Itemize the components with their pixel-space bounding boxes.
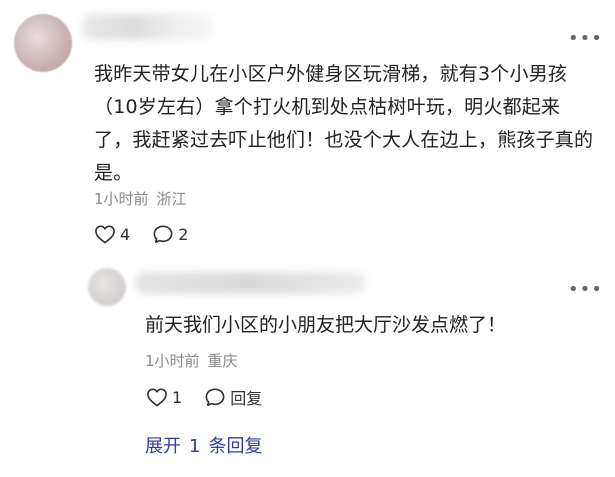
expand-suffix: 条回复 (208, 436, 263, 457)
reply-avatar[interactable] (88, 268, 126, 306)
expand-replies-link[interactable]: 展开 1 条回复 (145, 432, 262, 458)
more-dots-icon[interactable]: ••• (568, 30, 603, 48)
reply-meta: 1小时前 重庆 (145, 350, 238, 371)
expand-prefix: 展开 (145, 436, 181, 457)
comment-time: 1小时前 (94, 190, 149, 208)
reply-label: 回复 (230, 389, 263, 408)
reply-count-button[interactable]: 2 (152, 224, 188, 244)
reply-username-blurred[interactable] (135, 272, 365, 294)
comment-bubble-icon (205, 388, 225, 406)
heart-icon (95, 225, 115, 244)
reply-like-button[interactable]: 1 (146, 387, 182, 407)
comment-bubble-icon (153, 225, 173, 243)
reply-like-count: 1 (172, 387, 183, 407)
reply-actions: 1 回复 (146, 385, 284, 409)
expand-count: 1 (189, 436, 201, 457)
like-count: 4 (120, 224, 131, 244)
username-blurred[interactable] (82, 14, 212, 40)
comment-actions: 4 2 (94, 224, 210, 244)
more-dots-icon[interactable]: ••• (568, 281, 603, 299)
avatar[interactable] (14, 14, 72, 72)
reply-time: 1小时前 (145, 352, 200, 370)
heart-icon (147, 388, 167, 407)
reply-button[interactable]: 回复 (204, 385, 262, 409)
reply-count: 2 (178, 224, 189, 244)
comment-text: 我昨天带女儿在小区户外健身区玩滑梯，就有3个小男孩（10岁左右）拿个打火机到处点… (94, 63, 594, 184)
comment-location: 浙江 (156, 190, 187, 208)
reply-location: 重庆 (207, 352, 238, 370)
reply-text: 前天我们小区的小朋友把大厅沙发点燃了！ (145, 314, 507, 336)
comment-meta: 1小时前 浙江 (94, 188, 187, 209)
like-button[interactable]: 4 (94, 224, 130, 244)
